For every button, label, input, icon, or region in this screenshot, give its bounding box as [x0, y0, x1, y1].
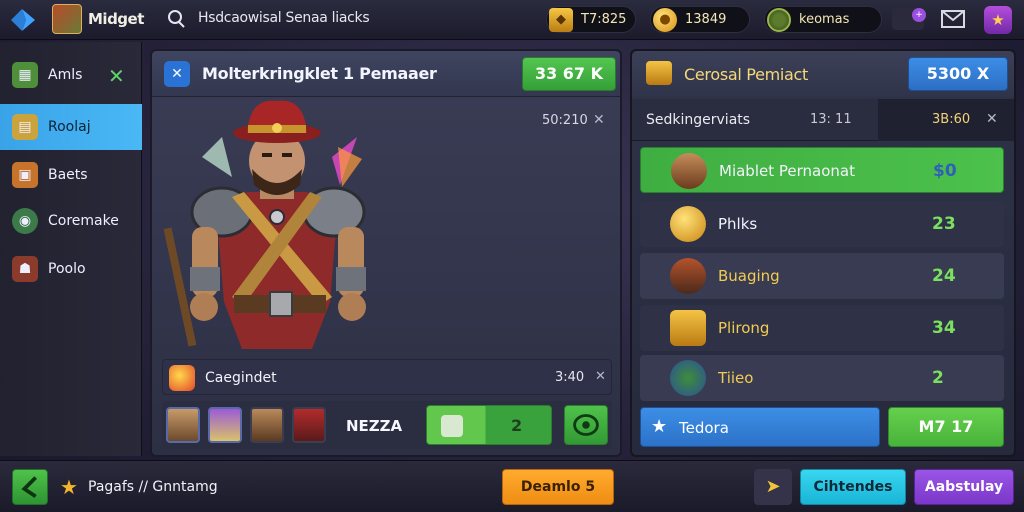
- party-avatar[interactable]: [292, 407, 326, 443]
- row-value: 34: [932, 318, 956, 338]
- row-value: 24: [932, 266, 956, 286]
- row-label: Miablet Pernaonat: [719, 162, 855, 180]
- sidebar: ▦ Amls ✕ ▤ Roolaj ▣ Baets ◉ Coremake ☗ P…: [0, 42, 142, 456]
- sidebar-item-label: Amls: [48, 67, 83, 83]
- subheader-label: Sedkingerviats: [646, 112, 751, 128]
- star-icon: ★: [651, 416, 668, 437]
- party-count: 2: [511, 416, 523, 435]
- reward-row[interactable]: Tiieo 2: [640, 355, 1004, 401]
- row-label: Tiieo: [718, 369, 754, 387]
- quest-close-icon[interactable]: ✕: [595, 369, 606, 384]
- deamlo-button[interactable]: Deamlo 5: [502, 469, 614, 505]
- star-icon: ★: [60, 475, 78, 499]
- party-avatar[interactable]: [166, 407, 200, 443]
- sidebar-item-label: Roolaj: [48, 119, 91, 135]
- top-bar: Midget Hsdcaowisal Senaa liacks ◆ T7:825…: [0, 0, 1024, 40]
- close-icon[interactable]: ✕: [108, 64, 125, 88]
- search-text[interactable]: Hsdcaowisal Senaa liacks: [198, 10, 370, 26]
- back-button[interactable]: [12, 469, 48, 505]
- rewards-panel-header: Cerosal Pemiact 5300 X: [632, 51, 1014, 97]
- aabstulay-button[interactable]: Aabstulay: [914, 469, 1014, 505]
- row-value: 2: [932, 368, 944, 388]
- pin-icon[interactable]: ➤: [754, 469, 792, 505]
- row-value: $0: [933, 161, 957, 181]
- row-avatar: [670, 258, 706, 294]
- hero-upgrade-button[interactable]: 33 67 K: [522, 57, 616, 91]
- rewards-subheader: Sedkingerviats 13: 11 3B:60 ✕: [632, 99, 1014, 141]
- map-icon: ▦: [12, 62, 38, 88]
- bottom-bar: ★ Pagafs // Gnntamg Deamlo 5 ➤ Cihtendes…: [0, 460, 1024, 512]
- crossed-swords-icon: [670, 310, 706, 346]
- row-value: 23: [932, 214, 956, 234]
- subheader-close-icon[interactable]: ✕: [986, 111, 998, 127]
- bottom-label: Pagafs // Gnntamg: [88, 479, 218, 495]
- hero-panel: ✕ Molterkringklet 1 Pemaaer 33 67 K 50:2…: [150, 49, 622, 457]
- hero-panel-title: Molterkringklet 1 Pemaaer: [202, 64, 437, 83]
- globe-icon: ◉: [12, 208, 38, 234]
- row-label: Buaging: [718, 267, 780, 285]
- sidebar-item-baets[interactable]: ▣ Baets: [0, 152, 142, 198]
- gold-coin-icon: [670, 206, 706, 242]
- reward-row[interactable]: Miablet Pernaonat $0: [640, 147, 1004, 193]
- subheader-value: 3B:60: [932, 112, 971, 127]
- eye-icon[interactable]: [564, 405, 608, 445]
- treasure-icon: [646, 61, 672, 85]
- cihtendes-button[interactable]: Cihtendes: [800, 469, 906, 505]
- reward-row[interactable]: Phlks 23: [640, 201, 1004, 247]
- row-label: Plirong: [718, 319, 770, 337]
- gem-icon: [767, 7, 791, 32]
- scroll-icon: ▤: [12, 114, 38, 140]
- sidebar-item-roolaj[interactable]: ▤ Roolaj: [0, 104, 142, 150]
- search-icon[interactable]: [166, 9, 186, 29]
- party-avatar[interactable]: [250, 407, 284, 443]
- resource-value: T7:825: [581, 12, 627, 27]
- subheader-time: 13: 11: [810, 112, 852, 127]
- quest-label: Caegindet: [205, 370, 277, 386]
- sidebar-item-label: Poolo: [48, 261, 86, 277]
- mail-icon[interactable]: [940, 8, 966, 30]
- quest-bar[interactable]: Caegindet 3:40 ✕: [162, 359, 612, 395]
- resource-value: keomas: [799, 12, 850, 27]
- reward-row[interactable]: Buaging 24: [640, 253, 1004, 299]
- app-title: Midget: [88, 10, 144, 28]
- reward-row[interactable]: Plirong 34: [640, 305, 1004, 351]
- party-count-button[interactable]: 2: [426, 405, 552, 445]
- resource-gems[interactable]: keomas: [764, 6, 882, 33]
- hero-panel-header: ✕ Molterkringklet 1 Pemaaer 33 67 K: [152, 51, 620, 97]
- party-avatar[interactable]: [208, 407, 242, 443]
- app-logo-icon: [52, 4, 82, 34]
- notification-badge: +: [912, 8, 926, 22]
- sidebar-item-label: Baets: [48, 167, 88, 183]
- favorites-button[interactable]: ★ Tedora: [640, 407, 880, 447]
- back-arrow-icon[interactable]: [8, 6, 38, 34]
- timer-close-icon[interactable]: ✕: [593, 112, 605, 128]
- resource-shield-coins[interactable]: ◆ T7:825: [546, 6, 636, 33]
- row-avatar: [671, 153, 707, 189]
- quest-time: 3:40: [555, 370, 585, 385]
- rewards-panel-title: Cerosal Pemiact: [684, 65, 809, 84]
- favorites-label: Tedora: [679, 419, 729, 437]
- resource-gold-coins[interactable]: ● 13849: [650, 6, 750, 33]
- quest-icon: [169, 365, 195, 391]
- gift-icon[interactable]: ★: [984, 6, 1012, 34]
- shield-coin-icon: ◆: [549, 7, 573, 32]
- row-label: Phlks: [718, 215, 758, 233]
- gold-coin-icon: ●: [653, 7, 677, 32]
- party-row: NEZZA 2: [162, 401, 612, 449]
- chest-icon: ▣: [12, 162, 38, 188]
- swords-icon: ✕: [164, 61, 190, 87]
- sidebar-item-poolo[interactable]: ☗ Poolo: [0, 246, 142, 292]
- party-name: NEZZA: [346, 417, 403, 435]
- hand-icon: [441, 415, 463, 437]
- sidebar-item-label: Coremake: [48, 213, 119, 229]
- hero-timer: 50:210: [542, 113, 588, 128]
- row-avatar: [670, 360, 706, 396]
- sidebar-item-coremake[interactable]: ◉ Coremake: [0, 198, 142, 244]
- rewards-panel: Cerosal Pemiact 5300 X Sedkingerviats 13…: [630, 49, 1016, 457]
- rewards-button[interactable]: 5300 X: [908, 57, 1008, 91]
- resource-value: 13849: [685, 12, 727, 27]
- hero-portrait[interactable]: [162, 97, 392, 355]
- confirm-button[interactable]: M7 17: [888, 407, 1004, 447]
- hero-icon: ☗: [12, 256, 38, 282]
